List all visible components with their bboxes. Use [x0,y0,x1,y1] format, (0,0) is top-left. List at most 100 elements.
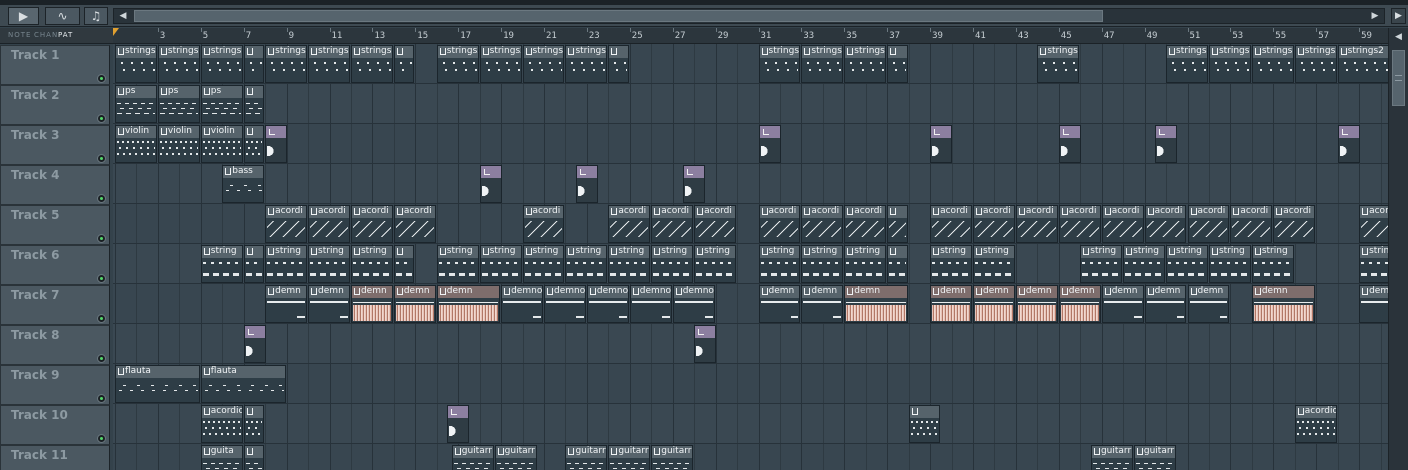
pattern-clip[interactable]: strings2 [758,45,801,83]
pattern-clip[interactable]: acordi [522,205,565,243]
track-header[interactable]: Track 3 [0,125,110,165]
pattern-clip[interactable]: flauta [200,365,286,403]
pattern-clip[interactable]: guita [200,445,243,470]
horizontal-scrollbar[interactable]: ◀ ▶ [113,8,1385,24]
pattern-clip[interactable]: violin [157,125,200,163]
pattern-clip[interactable]: string [758,245,801,283]
pattern-clip[interactable] [887,45,908,83]
pattern-clip[interactable]: acordi [694,205,737,243]
scroll-left-icon[interactable]: ◀ [114,9,132,23]
audio-sample-clip[interactable] [1337,125,1360,163]
track-header[interactable]: Track 9 [0,365,110,405]
audio-sample-clip[interactable] [243,325,266,363]
note-mode[interactable]: NOTE [8,31,31,39]
pattern-clip[interactable]: acordio [200,405,243,443]
track-header[interactable]: Track 4 [0,165,110,205]
pattern-clip[interactable]: ps [115,85,157,123]
pattern-clip[interactable]: strings2 [115,45,157,83]
pattern-clip[interactable] [243,125,265,163]
track-header[interactable]: Track 7 [0,285,110,325]
stretch-icon[interactable]: ∿ [45,7,80,25]
pattern-clip[interactable] [608,45,629,83]
timeline-ruler[interactable]: 3 5 7 9 11 13 15 17 19 21 23 25 27 29 31 33 35 37 39 41 43 45… [113,28,1388,44]
pattern-clip[interactable]: acordi [1058,205,1101,243]
pattern-clip[interactable]: guitarr [494,445,537,470]
track-mute-led-icon[interactable] [97,314,106,323]
pattern-clip[interactable]: acordi [758,205,801,243]
audio-sample-clip[interactable] [758,125,781,163]
pattern-clip[interactable]: acordi [393,205,436,243]
pattern-clip[interactable]: demno [629,285,672,323]
track-mute-led-icon[interactable] [97,114,106,123]
track-header[interactable]: Track 5 [0,205,110,245]
track-header[interactable]: Track 11 [0,445,110,470]
pattern-clip[interactable]: acordi [350,205,393,243]
pattern-clip[interactable]: acordi [1187,205,1230,243]
pattern-clip[interactable]: demn [265,285,308,323]
pattern-clip[interactable]: acordi [801,205,844,243]
pattern-clip[interactable]: demno [501,285,543,323]
horizontal-scroll-thumb[interactable] [134,10,1103,22]
pattern-clip[interactable]: string [1080,245,1123,283]
pattern-clip[interactable]: guitarr [651,445,694,470]
pattern-clip[interactable]: string [522,245,565,283]
pattern-clip[interactable] [887,205,908,243]
pattern-clip[interactable]: demn [758,285,801,323]
track-mute-led-icon[interactable] [97,434,106,443]
pattern-clip[interactable]: guitarr [1090,445,1133,470]
pattern-clip[interactable]: strings2 [844,45,887,83]
pattern-clip[interactable]: guitarr [1133,445,1176,470]
track-mute-led-icon[interactable] [97,394,106,403]
playhead-marker[interactable] [113,28,119,36]
pattern-clip[interactable]: strings2 [479,45,522,83]
pattern-clip[interactable]: strings2 [157,45,200,83]
pattern-clip[interactable]: acordi [1359,205,1388,243]
playlist-grid[interactable]: strings2strings2strings2strings2strings2… [113,44,1388,470]
pattern-clip[interactable]: guitarr [608,445,651,470]
track-mute-led-icon[interactable] [97,194,106,203]
pattern-clip[interactable]: string [265,245,308,283]
pattern-clip[interactable]: guitarr [451,445,494,470]
pattern-clip[interactable]: acordi [1015,205,1058,243]
pattern-clip[interactable]: strings2 [801,45,844,83]
pattern-clip[interactable]: strings2 [1251,45,1294,83]
pattern-clip[interactable]: demn [393,285,436,323]
track-mute-led-icon[interactable] [97,354,106,363]
track-lane[interactable] [113,164,1388,204]
pattern-clip[interactable] [243,445,265,470]
pattern-clip[interactable]: string [565,245,608,283]
pattern-clip[interactable]: demn [801,285,844,323]
pat-mode[interactable]: PAT [58,31,73,39]
track-header[interactable]: Track 8 [0,325,110,365]
audio-sample-clip[interactable] [265,125,288,163]
pattern-clip[interactable]: demno [672,285,715,323]
pattern-clip[interactable]: string [651,245,694,283]
pattern-clip[interactable]: string [1359,245,1388,283]
audio-sample-clip[interactable] [694,325,717,363]
track-lane[interactable] [113,404,1388,444]
pattern-clip[interactable]: guitarr [565,445,608,470]
pattern-clip[interactable]: demno [586,285,629,323]
pattern-clip[interactable]: ps [200,85,243,123]
pattern-clip[interactable]: string [844,245,887,283]
pattern-clip[interactable]: demn [1015,285,1058,323]
track-lane[interactable] [113,444,1388,470]
pattern-clip[interactable]: acordi [930,205,972,243]
pattern-clip[interactable]: flauta [115,365,200,403]
pattern-clip[interactable]: string [1166,245,1208,283]
pattern-clip[interactable]: strings2 [1166,45,1208,83]
pattern-clip[interactable]: acordi [1230,205,1273,243]
track-header[interactable]: Track 1 [0,45,110,85]
pattern-clip[interactable]: demn [308,285,350,323]
pattern-clip[interactable]: string [1123,245,1166,283]
pattern-clip[interactable]: string [479,245,522,283]
pattern-clip[interactable] [887,245,908,283]
vertical-scrollbar[interactable]: ◀ [1388,28,1408,470]
pattern-clip[interactable]: string [930,245,972,283]
pattern-clip[interactable]: demn [436,285,501,323]
scroll-right-icon[interactable]: ▶ [1366,9,1384,23]
track-lane[interactable] [113,324,1388,364]
pattern-clip[interactable]: acordi [651,205,694,243]
track-mute-led-icon[interactable] [97,154,106,163]
pattern-clip[interactable]: acordio [1294,405,1337,443]
